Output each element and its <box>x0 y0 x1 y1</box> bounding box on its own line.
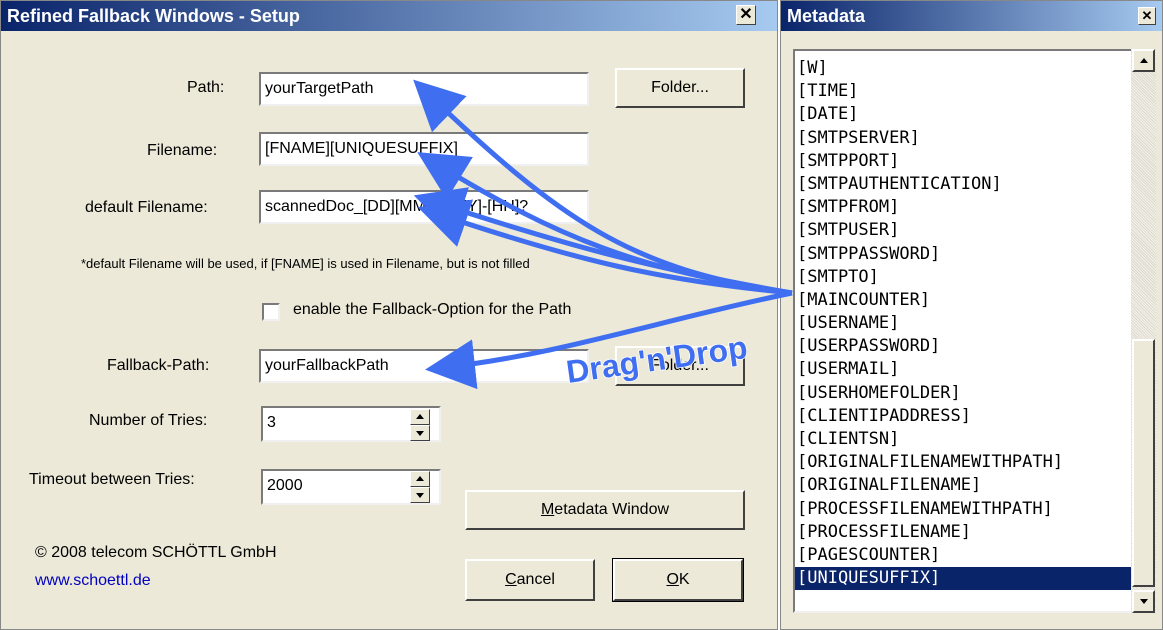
chevron-down-icon <box>416 431 424 436</box>
cancel-button[interactable]: Cancel <box>465 559 595 601</box>
metadata-window-button[interactable]: Metadata Window <box>465 490 745 530</box>
metadata-list-item[interactable]: [SMTPTO] <box>795 266 1134 289</box>
metadata-list-item[interactable]: [SMTPFROM] <box>795 196 1134 219</box>
metadata-button-mnemonic: M <box>540 501 555 518</box>
metadata-list-item[interactable]: [USERNAME] <box>795 312 1134 335</box>
metadata-title: Metadata <box>787 6 866 26</box>
metadata-list-item[interactable]: [ORIGINALFILENAMEWITHPATH] <box>795 451 1134 474</box>
tries-label: Number of Tries: <box>89 412 208 429</box>
chevron-up-icon <box>416 414 424 419</box>
chevron-down-icon <box>416 493 424 498</box>
metadata-list-item[interactable]: [UNIQUESUFFIX] <box>795 567 1134 591</box>
setup-close-icon[interactable]: ✕ <box>736 5 756 25</box>
path-folder-button-label: Folder... <box>651 79 709 96</box>
metadata-list-item[interactable]: [SMTPAUTHENTICATION] <box>795 173 1134 196</box>
metadata-close-icon[interactable]: ✕ <box>1138 7 1156 25</box>
metadata-list-item[interactable]: [W] <box>795 57 1134 80</box>
fallback-path-value: yourFallbackPath <box>265 357 389 374</box>
scroll-down-icon <box>1140 599 1148 604</box>
chevron-up-icon <box>416 476 424 481</box>
fallback-path-label: Fallback-Path: <box>107 357 210 374</box>
scroll-up-icon <box>1140 58 1148 63</box>
metadata-list-item[interactable]: [CLIENTIPADDRESS] <box>795 405 1134 428</box>
metadata-title-bar[interactable]: Metadata <box>781 1 1162 31</box>
fallback-checkbox-label[interactable]: enable the Fallback-Option for the Path <box>293 301 571 319</box>
metadata-window: Metadata ✕ [W] [TIME] [DATE] [SMTPSERVER] [S… <box>780 0 1163 630</box>
metadata-list-item[interactable]: [PAGESCOUNTER] <box>795 544 1134 567</box>
metadata-list-item[interactable]: [SMTPSERVER] <box>795 127 1134 150</box>
path-label: Path: <box>187 79 225 96</box>
fallback-checkbox[interactable] <box>262 303 280 321</box>
tries-spin-down[interactable] <box>410 425 430 441</box>
cancel-mnemonic: C <box>505 571 517 588</box>
tries-spinner[interactable] <box>410 409 430 441</box>
timeout-spin-down[interactable] <box>410 487 430 503</box>
scroll-up-button[interactable] <box>1132 49 1155 72</box>
metadata-list-item[interactable]: [DATE] <box>795 103 1134 126</box>
default-filename-value: scannedDoc_[DD][MM][YYYY]-[HH]? <box>265 198 529 215</box>
scroll-thumb[interactable] <box>1132 339 1155 587</box>
fallback-path-input[interactable]: yourFallbackPath <box>259 349 589 383</box>
metadata-list-item[interactable]: [ORIGINALFILENAME] <box>795 474 1134 497</box>
ok-button[interactable]: OK <box>612 558 744 602</box>
metadata-list-item[interactable]: [USERPASSWORD] <box>795 335 1134 358</box>
metadata-list-item[interactable]: [TIME] <box>795 80 1134 103</box>
setup-title-bar[interactable]: Refined Fallback Windows - Setup <box>1 1 777 31</box>
ok-label: K <box>678 571 690 588</box>
path-folder-button[interactable]: Folder... <box>615 68 745 108</box>
timeout-spin-up[interactable] <box>410 471 430 487</box>
metadata-scrollbar[interactable] <box>1131 49 1156 613</box>
ok-mnemonic: O <box>666 571 679 588</box>
default-filename-note: *default Filename will be used, if [FNAM… <box>81 256 530 271</box>
copyright-text: © 2008 telecom SCHÖTTL GmbH <box>35 544 277 561</box>
setup-title: Refined Fallback Windows - Setup <box>7 6 300 26</box>
metadata-list[interactable]: [W] [TIME] [DATE] [SMTPSERVER] [SMTPPORT] [SM… <box>793 49 1136 613</box>
metadata-list-item[interactable]: [MAINCOUNTER] <box>795 289 1134 312</box>
metadata-list-item[interactable]: [USERHOMEFOLDER] <box>795 382 1134 405</box>
metadata-list-item[interactable]: [SMTPPORT] <box>795 150 1134 173</box>
cancel-label: ancel <box>516 571 555 588</box>
metadata-list-item[interactable]: [PROCESSFILENAMEWITHPATH] <box>795 498 1134 521</box>
metadata-list-item[interactable]: [SMTPPASSWORD] <box>795 243 1134 266</box>
metadata-list-item[interactable]: [USERMAIL] <box>795 358 1134 381</box>
path-value: yourTargetPath <box>265 80 374 97</box>
metadata-list-item[interactable]: [SMTPUSER] <box>795 219 1134 242</box>
default-filename-label: default Filename: <box>85 199 208 216</box>
fallback-folder-button[interactable]: Folder... <box>615 346 745 386</box>
metadata-list-item[interactable]: [PROCESSFILENAME] <box>795 521 1134 544</box>
metadata-list-item[interactable]: [CLIENTSN] <box>795 428 1134 451</box>
website-link[interactable]: www.schoettl.de <box>35 572 151 590</box>
filename-input[interactable]: [FNAME][UNIQUESUFFIX] <box>259 132 589 166</box>
default-filename-input[interactable]: scannedDoc_[DD][MM][YYYY]-[HH]? <box>259 190 589 224</box>
filename-value: [FNAME][UNIQUESUFFIX] <box>265 140 458 157</box>
metadata-button-label: etadata Window <box>554 501 670 518</box>
timeout-label: Timeout between Tries: <box>29 471 195 488</box>
timeout-value: 2000 <box>267 477 303 494</box>
setup-window: Refined Fallback Windows - Setup ✕ Path:… <box>0 0 778 630</box>
timeout-spinner[interactable] <box>410 471 430 503</box>
tries-spin-up[interactable] <box>410 409 430 425</box>
scroll-down-button[interactable] <box>1132 590 1155 613</box>
filename-label: Filename: <box>147 142 218 159</box>
tries-value: 3 <box>267 414 276 431</box>
fallback-folder-button-label: Folder... <box>651 357 709 374</box>
path-input[interactable]: yourTargetPath <box>259 72 589 106</box>
metadata-items: [W] [TIME] [DATE] [SMTPSERVER] [SMTPPORT] [SM… <box>795 51 1134 591</box>
